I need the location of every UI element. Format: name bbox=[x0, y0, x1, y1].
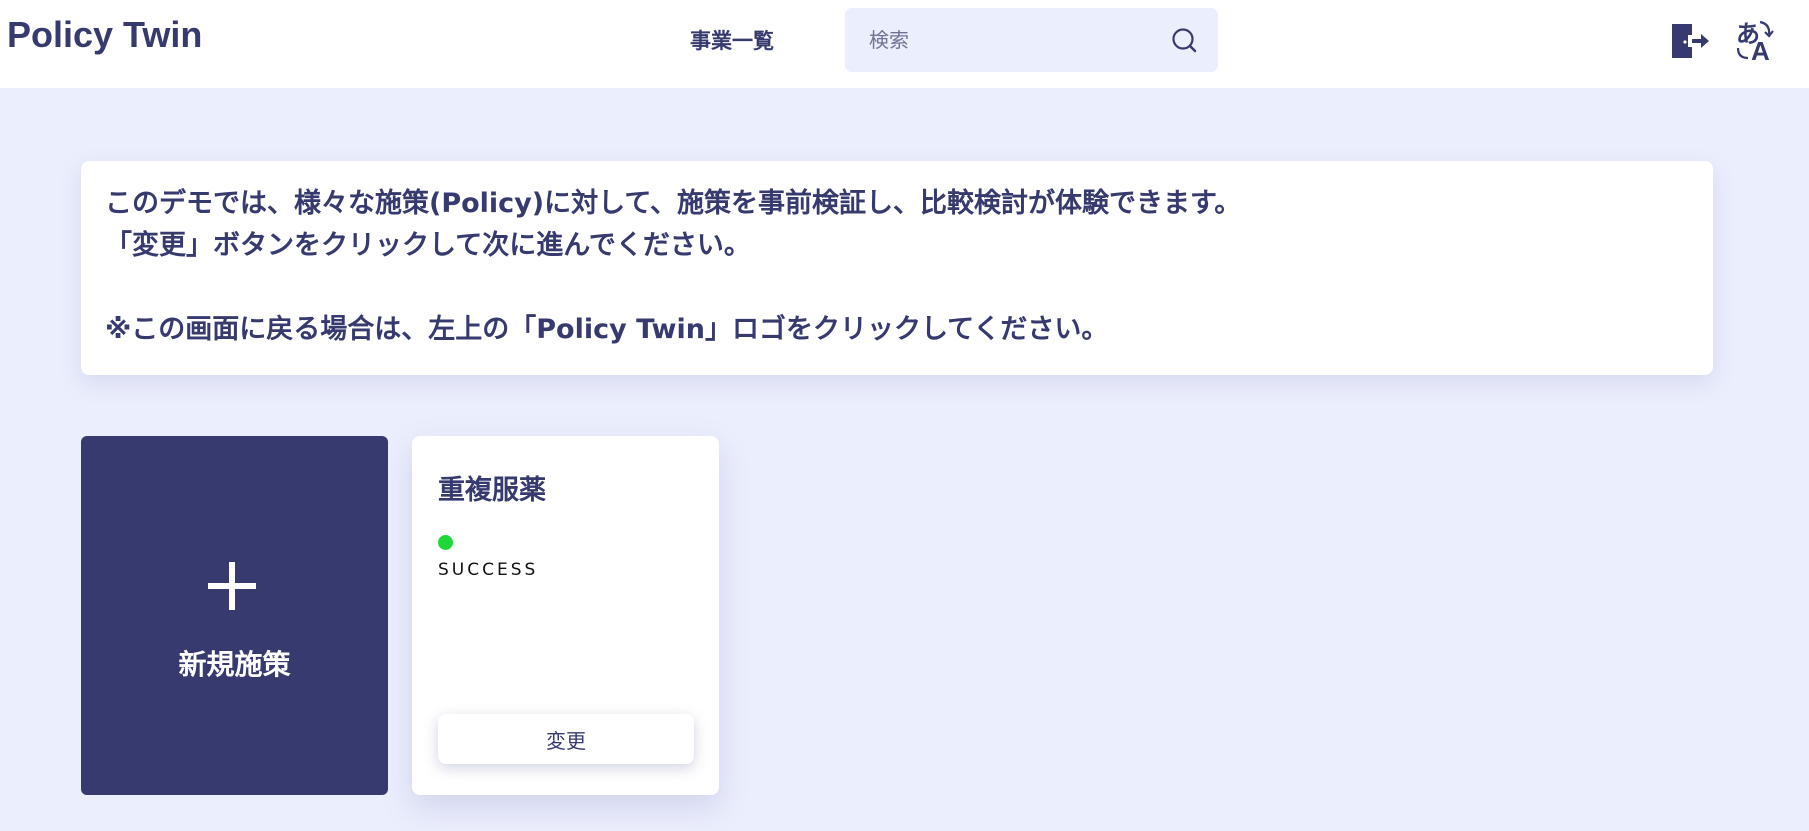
project-list-link[interactable]: 事業一覧 bbox=[690, 25, 774, 55]
policy-title: 重複服薬 bbox=[438, 475, 546, 506]
logout-icon[interactable] bbox=[1668, 20, 1710, 62]
search-icon[interactable] bbox=[1170, 26, 1200, 56]
status-text: SUCCESS bbox=[438, 560, 539, 580]
status-indicator-dot bbox=[438, 535, 453, 550]
instruction-line: ※この画面に戻る場合は、左上の「Policy Twin」ロゴをクリックしてくださ… bbox=[105, 314, 1109, 345]
top-navigation-bar: Policy Twin 事業一覧 あ A bbox=[0, 0, 1809, 88]
new-policy-card[interactable]: 新規施策 bbox=[81, 436, 388, 795]
policy-twin-logo[interactable]: Policy Twin bbox=[7, 14, 202, 56]
new-policy-label: 新規施策 bbox=[178, 648, 291, 681]
demo-instructions-panel: このデモでは、様々な施策(Policy)に対して、施策を事前検証し、比較検討が体… bbox=[81, 161, 1713, 375]
translate-icon[interactable]: あ A bbox=[1734, 18, 1778, 66]
search-input[interactable] bbox=[845, 8, 1165, 72]
plus-icon bbox=[206, 560, 258, 612]
policy-card: 重複服薬 SUCCESS 変更 bbox=[412, 436, 719, 795]
instruction-line: 「変更」ボタンをクリックして次に進んでください。 bbox=[105, 230, 751, 261]
svg-text:A: A bbox=[1751, 36, 1770, 62]
instruction-line: このデモでは、様々な施策(Policy)に対して、施策を事前検証し、比較検討が体… bbox=[105, 188, 1242, 219]
search-box bbox=[845, 8, 1218, 72]
change-button[interactable]: 変更 bbox=[438, 714, 694, 764]
instruction-spacer bbox=[105, 267, 1689, 309]
